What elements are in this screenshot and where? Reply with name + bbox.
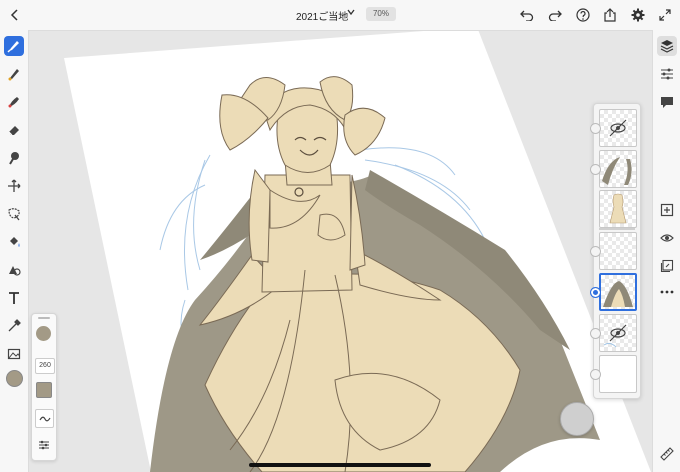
- document-title[interactable]: 2021ご当地: [296, 8, 348, 23]
- layer-thumbnail-2[interactable]: [599, 150, 637, 188]
- redo-icon[interactable]: [545, 5, 565, 25]
- properties-icon[interactable]: [657, 64, 677, 84]
- layer-visibility-dot-5[interactable]: [590, 287, 601, 298]
- floating-modifier-button[interactable]: [560, 402, 594, 436]
- shape-icon[interactable]: [4, 260, 24, 280]
- zoom-level[interactable]: 70%: [366, 7, 396, 21]
- home-indicator[interactable]: [249, 463, 431, 467]
- layer-visibility-dot-2[interactable]: [590, 164, 601, 175]
- layer-thumbnail-3[interactable]: [599, 190, 637, 228]
- vector-brush-icon[interactable]: [4, 92, 24, 112]
- layer-visibility-dot-4[interactable]: [590, 246, 601, 257]
- drawing-canvas[interactable]: [29, 31, 651, 472]
- layer-visibility-dot-1[interactable]: [590, 123, 601, 134]
- import-icon[interactable]: [657, 256, 677, 276]
- layer-group-divider: [599, 228, 635, 230]
- add-layer-icon[interactable]: [657, 200, 677, 220]
- eyedropper-icon[interactable]: [4, 316, 24, 336]
- live-brush-icon[interactable]: [4, 64, 24, 84]
- back-icon[interactable]: [5, 5, 25, 25]
- visibility-icon[interactable]: [657, 228, 677, 248]
- brush-style-icon[interactable]: [35, 409, 54, 428]
- layer-thumbnail-5[interactable]: [599, 273, 637, 311]
- text-icon[interactable]: [4, 288, 24, 308]
- top-bar: 2021ご当地 70%: [0, 0, 680, 31]
- undo-icon[interactable]: [517, 5, 537, 25]
- layer-visibility-dot-7[interactable]: [590, 369, 601, 380]
- eraser-icon[interactable]: [4, 120, 24, 140]
- brush-size-value[interactable]: 260: [35, 358, 55, 374]
- help-icon[interactable]: [573, 5, 593, 25]
- selection-icon[interactable]: [4, 204, 24, 224]
- brush-settings-icon[interactable]: [36, 438, 52, 452]
- layer-thumbnail-1[interactable]: [599, 109, 637, 147]
- chevron-down-icon[interactable]: [347, 8, 355, 18]
- fullscreen-icon[interactable]: [655, 5, 675, 25]
- panel-handle[interactable]: [38, 317, 50, 319]
- brush-opacity-swatch[interactable]: [36, 382, 52, 398]
- settings-icon[interactable]: [628, 5, 648, 25]
- pixel-brush-icon[interactable]: [4, 36, 24, 56]
- more-icon[interactable]: [657, 282, 677, 302]
- artwork: [64, 31, 651, 472]
- fill-icon[interactable]: [4, 232, 24, 252]
- layer-thumbnail-4[interactable]: [599, 232, 637, 270]
- layer-thumbnail-6[interactable]: [599, 314, 637, 352]
- layer-visibility-dot-6[interactable]: [590, 328, 601, 339]
- brush-settings-panel: 260: [31, 313, 57, 461]
- brush-color-preview[interactable]: [36, 326, 51, 341]
- smudge-icon[interactable]: [4, 148, 24, 168]
- color-swatch[interactable]: [4, 368, 24, 388]
- comments-icon[interactable]: [657, 92, 677, 112]
- layers-icon[interactable]: [657, 36, 677, 56]
- layers-panel: [590, 103, 641, 399]
- ruler-icon[interactable]: [657, 444, 677, 464]
- share-icon[interactable]: [600, 5, 620, 25]
- image-icon[interactable]: [4, 344, 24, 364]
- right-toolbar: [652, 30, 680, 472]
- left-toolbar: [0, 30, 29, 472]
- transform-icon[interactable]: [4, 176, 24, 196]
- layer-thumbnail-7[interactable]: [599, 355, 637, 393]
